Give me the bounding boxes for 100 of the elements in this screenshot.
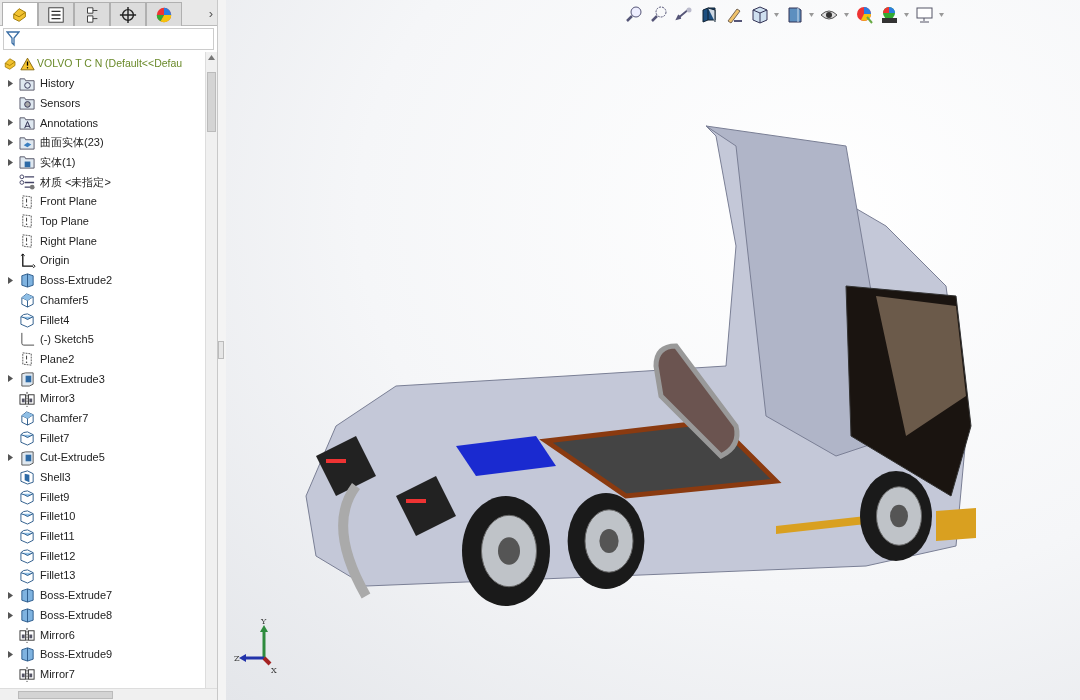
vertical-scrollbar[interactable] bbox=[205, 52, 217, 688]
filter-field[interactable] bbox=[3, 28, 214, 50]
toolbar-button[interactable] bbox=[625, 5, 644, 24]
tree-item[interactable]: Fillet12 bbox=[40, 547, 76, 565]
expand-arrow-icon[interactable] bbox=[6, 79, 15, 89]
shaded-box-icon bbox=[785, 5, 804, 24]
cut-extrude-icon bbox=[19, 449, 36, 466]
tree-item[interactable]: Boss-Extrude2 bbox=[40, 272, 113, 289]
origin-icon bbox=[19, 252, 36, 269]
fillet-icon bbox=[19, 488, 36, 505]
tree-item[interactable]: Shell3 bbox=[40, 469, 71, 486]
shell-icon bbox=[19, 469, 36, 486]
tree-item[interactable]: Cut-Extrude5 bbox=[40, 449, 105, 466]
tree-item[interactable]: Origin bbox=[40, 252, 70, 269]
tree-item[interactable]: Mirror7 bbox=[40, 665, 75, 683]
tree-item[interactable]: Boss-Extrude7 bbox=[40, 587, 113, 604]
extrude-icon bbox=[19, 587, 36, 604]
tree-item[interactable]: Annotations bbox=[40, 114, 99, 132]
dropdown-caret-icon bbox=[774, 12, 779, 17]
tree-item[interactable]: Chamfer7 bbox=[40, 409, 89, 427]
tree-item[interactable]: 曲面实体(23) bbox=[40, 134, 104, 151]
monitor-icon bbox=[915, 5, 934, 24]
tree-item[interactable]: Fillet11 bbox=[40, 528, 75, 545]
scrollbar-thumb[interactable] bbox=[207, 72, 216, 132]
part-icon bbox=[3, 55, 18, 72]
expand-arrow-icon[interactable] bbox=[6, 275, 15, 285]
expand-arrow-icon[interactable] bbox=[6, 374, 15, 384]
fillet-icon bbox=[19, 429, 36, 446]
tree-item[interactable]: Mirror6 bbox=[40, 626, 75, 644]
tree-item[interactable]: Boss-Extrude9 bbox=[40, 646, 113, 663]
splitter-handle[interactable] bbox=[218, 341, 224, 359]
annotation-folder-icon bbox=[19, 114, 36, 131]
tree-item[interactable]: Top Plane bbox=[40, 213, 89, 230]
extrude-icon bbox=[19, 646, 36, 663]
z-axis-label: Z bbox=[234, 654, 240, 663]
tree-item[interactable]: Chamfer5 bbox=[40, 291, 89, 309]
toolbar-button[interactable] bbox=[785, 5, 814, 24]
tree-item[interactable]: Boss-Extrude8 bbox=[40, 606, 113, 624]
fillet-icon bbox=[19, 528, 36, 545]
extrude-icon bbox=[19, 607, 36, 624]
filter-icon bbox=[6, 31, 20, 47]
mirror-icon bbox=[19, 390, 36, 407]
tree-item[interactable]: Cut-Extrude3 bbox=[40, 370, 105, 388]
toolbar-button[interactable] bbox=[880, 5, 909, 24]
dropdown-caret-icon bbox=[809, 12, 814, 17]
crosshair-icon bbox=[119, 5, 137, 24]
surface-folder-icon bbox=[19, 134, 36, 151]
cube-view-icon bbox=[750, 5, 769, 24]
tree-item[interactable]: (-) Sketch5 bbox=[40, 331, 94, 348]
tree-item[interactable]: Fillet4 bbox=[40, 311, 70, 329]
fillet-icon bbox=[19, 548, 36, 565]
axis-triad-drawing bbox=[239, 625, 272, 666]
tree-item[interactable]: Fillet7 bbox=[40, 429, 70, 447]
tree-item[interactable]: Right Plane bbox=[40, 232, 97, 250]
scroll-up-arrow-icon[interactable] bbox=[208, 55, 215, 60]
mirror-icon bbox=[19, 626, 36, 643]
appearance-ball-icon bbox=[855, 5, 874, 24]
fillet-icon bbox=[19, 311, 36, 328]
warning-icon bbox=[20, 55, 35, 72]
history-folder-icon bbox=[19, 75, 36, 92]
y-axis-label: Y bbox=[261, 617, 267, 626]
zoom-area-icon bbox=[650, 5, 669, 24]
sensor-folder-icon bbox=[19, 95, 36, 112]
tree-item[interactable]: Front Plane bbox=[40, 193, 97, 210]
zoom-icon bbox=[625, 5, 644, 24]
tree-item[interactable]: 材质 <未指定> bbox=[40, 173, 111, 191]
solid-folder-icon bbox=[19, 154, 36, 171]
configuration-name: (Default<<Defau bbox=[105, 55, 183, 71]
tree-item[interactable]: Mirror3 bbox=[40, 390, 75, 407]
chamfer-icon bbox=[19, 292, 36, 309]
dropdown-caret-icon bbox=[844, 12, 849, 17]
panel-tab[interactable] bbox=[110, 2, 146, 26]
tree-item[interactable]: 实体(1) bbox=[40, 154, 76, 171]
panel-tab[interactable] bbox=[74, 2, 110, 26]
toolbar-button[interactable] bbox=[650, 5, 669, 24]
color-ball-icon bbox=[155, 5, 173, 24]
fillet-icon bbox=[19, 508, 36, 525]
x-axis-label: X bbox=[271, 666, 277, 675]
scrollbar-thumb[interactable] bbox=[18, 690, 113, 699]
horizontal-scrollbar[interactable] bbox=[0, 688, 217, 700]
list-icon bbox=[47, 5, 65, 24]
expand-arrow-icon[interactable] bbox=[6, 649, 15, 659]
expand-arrow-icon[interactable] bbox=[6, 453, 15, 463]
tree-item[interactable]: Fillet9 bbox=[40, 488, 70, 506]
extrude-icon bbox=[19, 272, 36, 289]
cut-extrude-icon bbox=[19, 370, 36, 387]
mirror-icon bbox=[19, 666, 36, 683]
panel-tab[interactable] bbox=[38, 2, 74, 26]
tree-item[interactable]: Fillet13 bbox=[40, 567, 76, 584]
tree-item[interactable]: Sensors bbox=[40, 94, 81, 112]
more-tabs-button[interactable]: › bbox=[208, 3, 213, 24]
part-icon bbox=[11, 5, 29, 24]
tree-item[interactable]: Plane2 bbox=[40, 350, 75, 368]
toolbar-button[interactable] bbox=[700, 5, 719, 24]
dropdown-caret-icon bbox=[939, 12, 944, 17]
material-icon bbox=[19, 173, 36, 190]
part-name[interactable]: VOLVO T C N bbox=[37, 55, 103, 72]
tree-item[interactable]: History bbox=[40, 75, 75, 92]
toolbar-button[interactable] bbox=[750, 5, 779, 24]
tree-item[interactable]: Fillet10 bbox=[40, 508, 76, 525]
